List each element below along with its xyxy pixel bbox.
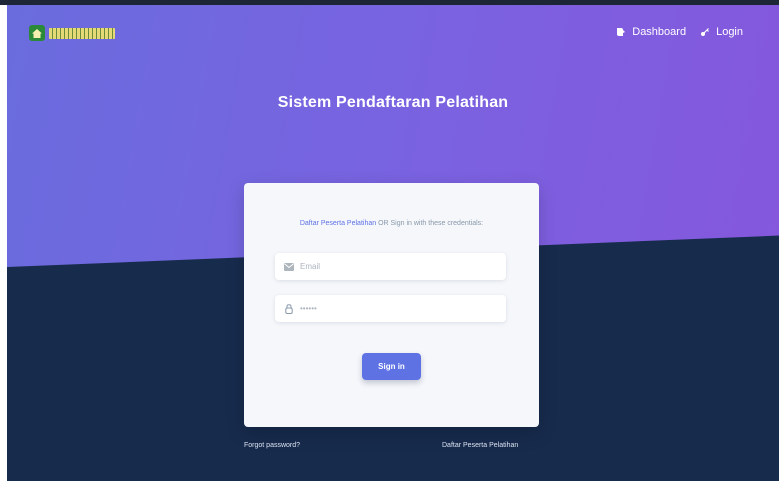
lock-icon (284, 303, 294, 314)
page: Dashboard Login Sistem Pendaftaran Pelat… (7, 5, 779, 481)
forgot-password-link[interactable]: Forgot password? (244, 442, 300, 449)
house-logo-icon (29, 25, 45, 41)
brand-wordmark (49, 27, 115, 39)
sign-in-button[interactable]: Sign in (362, 353, 421, 380)
navbar: Dashboard Login (602, 26, 743, 38)
page-title: Sistem Pendaftaran Pelatihan (277, 94, 509, 111)
nav-login-label: Login (716, 26, 743, 38)
password-input[interactable] (300, 304, 490, 313)
email-field[interactable] (275, 253, 506, 280)
password-field[interactable] (275, 295, 506, 322)
caption-text: OR Sign in with these credentials: (376, 220, 484, 227)
login-card: Daftar Peserta Pelatihan OR Sign in with… (244, 183, 539, 427)
register-caption-link[interactable]: Daftar Peserta Pelatihan (300, 220, 376, 227)
email-input[interactable] (300, 262, 490, 271)
nav-login[interactable]: Login (700, 26, 743, 38)
brand-logo[interactable] (29, 25, 115, 41)
key-icon (701, 28, 710, 36)
email-icon (284, 262, 294, 272)
card-caption: Daftar Peserta Pelatihan OR Sign in with… (244, 220, 539, 227)
dashboard-icon (617, 28, 626, 36)
nav-dashboard-label: Dashboard (632, 26, 687, 38)
nav-dashboard[interactable]: Dashboard (616, 26, 686, 38)
register-link[interactable]: Daftar Peserta Pelatihan (442, 442, 518, 449)
